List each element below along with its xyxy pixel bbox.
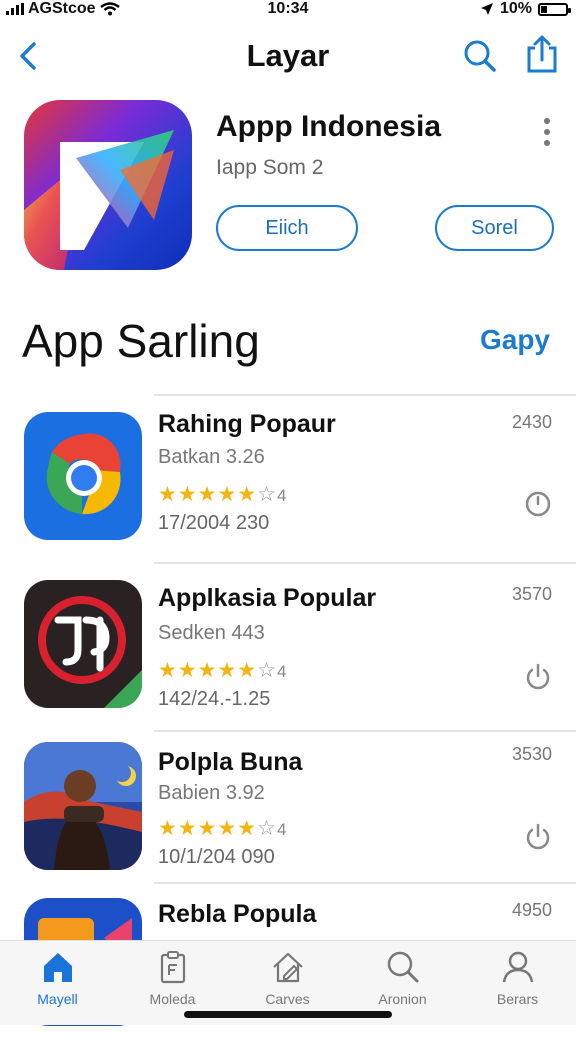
- empty-star: ☆: [257, 483, 277, 506]
- rating-value: 4: [276, 662, 287, 681]
- status-bar: AGStcoe 10:34 10%: [0, 0, 576, 22]
- list-item[interactable]: Polpla Buna Babien 3.92 ★★★★★☆4 10/1/204…: [0, 730, 576, 898]
- row-divider: [154, 882, 576, 884]
- app-subtitle: Sedken 443: [158, 622, 265, 644]
- battery-percent: 10%: [499, 0, 532, 17]
- list-item[interactable]: Rahing Popaur Batkan 3.26 ★★★★★☆4 17/200…: [0, 394, 576, 562]
- app-date: 10/1/204 090: [158, 846, 275, 868]
- list-item[interactable]: Applkasia Popular Sedken 443 ★★★★★☆4 142…: [0, 562, 576, 730]
- app-count: 4950: [511, 900, 552, 920]
- star-rating: ★★★★★☆4: [158, 816, 286, 841]
- star-rating: ★★★★★☆4: [158, 658, 286, 683]
- battery-icon: [538, 2, 571, 16]
- more-options-icon[interactable]: [542, 118, 552, 148]
- tab-berars[interactable]: Berars: [460, 949, 575, 1007]
- tab-carves[interactable]: Carves: [230, 949, 345, 1007]
- secondary-action-button[interactable]: Sorel: [435, 205, 554, 251]
- power-icon[interactable]: [524, 822, 552, 850]
- star-rating: ★★★★★☆4: [158, 482, 286, 507]
- app-name: Rahing Popaur: [158, 410, 336, 438]
- section-see-all-link[interactable]: Gapy: [480, 324, 550, 356]
- primary-action-button[interactable]: Eiich: [216, 205, 358, 251]
- home-icon: [43, 953, 72, 982]
- featured-app-icon[interactable]: [24, 100, 192, 270]
- search-icon: [387, 951, 418, 983]
- app-count: 3570: [511, 584, 552, 604]
- rating-value: 4: [276, 820, 287, 839]
- home-indicator: [184, 1011, 392, 1018]
- tab-moleda[interactable]: Moleda: [115, 949, 230, 1007]
- filled-stars: ★★★★★: [158, 483, 258, 506]
- featured-app-subtitle: Iapp Som 2: [216, 156, 324, 179]
- empty-star: ☆: [257, 659, 277, 682]
- photo-icon: [24, 742, 142, 870]
- tab-label: Mayell: [37, 991, 78, 1007]
- tab-aronion[interactable]: Aronion: [345, 949, 460, 1007]
- navigation-bar: Layar: [0, 30, 576, 84]
- chrome-like-icon: [24, 412, 142, 540]
- featured-app-title: Appp Indonesia: [216, 110, 441, 143]
- section-title: App Sarling: [22, 315, 260, 367]
- row-divider: [154, 562, 576, 564]
- rating-value: 4: [276, 486, 287, 505]
- power-icon[interactable]: [524, 662, 552, 690]
- share-icon[interactable]: [524, 34, 560, 74]
- red-logo-icon: [24, 580, 142, 708]
- tab-label: Carves: [265, 991, 310, 1007]
- app-name: Polpla Buna: [158, 748, 303, 776]
- row-divider: [154, 394, 576, 396]
- tab-home[interactable]: Mayell: [0, 949, 115, 1007]
- clipboard-icon: [160, 951, 185, 984]
- app-subtitle: Babien 3.92: [158, 782, 265, 804]
- person-icon: [502, 951, 533, 983]
- tab-label: Berars: [496, 991, 539, 1007]
- filled-stars: ★★★★★: [158, 817, 258, 840]
- house-edit-icon: [272, 952, 303, 983]
- app-date: 17/2004 230: [158, 512, 270, 534]
- app-count: 2430: [511, 412, 552, 432]
- app-subtitle: Batkan 3.26: [158, 446, 265, 468]
- search-icon[interactable]: [462, 38, 498, 74]
- app-count: 3530: [511, 744, 552, 764]
- app-name: Rebla Popula: [158, 900, 317, 928]
- filled-stars: ★★★★★: [158, 659, 258, 682]
- app-date: 142/24.-1.25: [158, 688, 271, 710]
- tab-label: Moleda: [149, 991, 196, 1007]
- status-right: 10%: [480, 0, 571, 18]
- location-arrow-icon: [480, 3, 493, 15]
- empty-star: ☆: [257, 817, 277, 840]
- clock-icon[interactable]: [524, 490, 552, 518]
- app-name: Applkasia Popular: [158, 584, 377, 612]
- row-divider: [154, 730, 576, 732]
- tab-label: Aronion: [378, 991, 427, 1007]
